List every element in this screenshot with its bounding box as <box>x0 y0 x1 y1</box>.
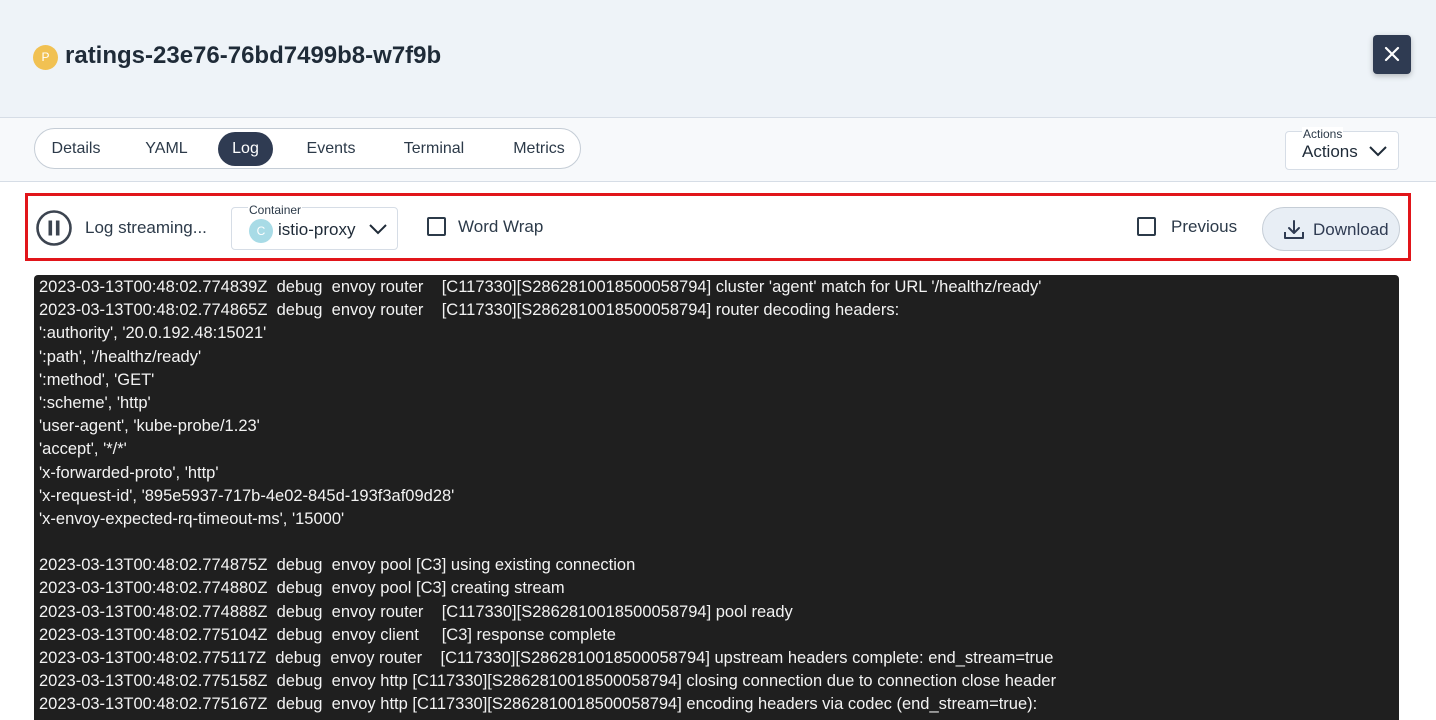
log-line: 2023-03-13T00:48:02.775158Z debug envoy … <box>39 672 1057 691</box>
download-button[interactable]: Download <box>1262 207 1400 251</box>
log-line: ':authority', '20.0.192.48:15021' <box>39 324 267 343</box>
log-line: 'x-forwarded-proto', 'http' <box>39 463 219 482</box>
log-line: 'accept', '*/*' <box>39 440 127 459</box>
log-line: 2023-03-13T00:48:02.775167Z debug envoy … <box>39 695 1038 714</box>
close-button[interactable] <box>1373 35 1411 74</box>
log-line: 2023-03-13T00:48:02.775104Z debug envoy … <box>39 625 616 644</box>
log-line: 'x-envoy-expected-rq-timeout-ms', '15000… <box>39 509 345 528</box>
download-icon <box>1284 220 1304 239</box>
tab-terminal[interactable]: Terminal <box>387 132 481 166</box>
tab-group: Details YAML Log Events Terminal Metrics <box>34 128 581 169</box>
log-toolbar: Log streaming... Container C istio-proxy… <box>25 193 1411 261</box>
actions-select[interactable]: Actions Actions <box>1285 127 1399 170</box>
tab-details[interactable]: Details <box>38 132 114 166</box>
tab-log[interactable]: Log <box>218 132 273 166</box>
log-line: ':scheme', 'http' <box>39 393 151 412</box>
container-type-badge: C <box>249 219 273 243</box>
pause-icon[interactable] <box>35 209 73 247</box>
log-line: 2023-03-13T00:48:02.774875Z debug envoy … <box>39 556 636 575</box>
log-line: ':path', '/healthz/ready' <box>39 347 202 366</box>
log-line: 2023-03-13T00:48:02.775117Z debug envoy … <box>39 649 1054 667</box>
pod-header: P ratings-23e76-76bd7499b8-w7f9b <box>0 0 1436 118</box>
log-line: 'user-agent', 'kube-probe/1.23' <box>39 417 260 436</box>
log-line: 2023-03-13T00:48:02.774888Z debug envoy … <box>39 602 793 621</box>
log-line: 'x-request-id', '895e5937-717b-4e02-845d… <box>39 486 455 505</box>
close-icon <box>1384 46 1400 62</box>
chevron-down-icon <box>369 224 387 235</box>
tab-bar: Details YAML Log Events Terminal Metrics… <box>0 118 1436 182</box>
log-line: 2023-03-13T00:48:02.774839Z debug envoy … <box>39 278 1042 296</box>
log-output[interactable]: 2023-03-13T00:48:02.774839Z debug envoy … <box>34 275 1399 720</box>
log-line: ':method', 'GET' <box>39 370 155 389</box>
log-streaming-status: Log streaming... <box>85 218 207 237</box>
log-line: 2023-03-13T00:48:02.774865Z debug envoy … <box>39 301 900 320</box>
chevron-down-icon <box>1369 146 1387 157</box>
page-title: ratings-23e76-76bd7499b8-w7f9b <box>65 42 442 69</box>
word-wrap-label: Word Wrap <box>458 217 544 236</box>
tab-yaml[interactable]: YAML <box>124 132 209 166</box>
tab-metrics[interactable]: Metrics <box>493 132 585 166</box>
container-select-label: Container <box>248 203 303 217</box>
word-wrap-checkbox[interactable] <box>427 217 446 236</box>
log-line: 2023-03-13T00:48:02.774880Z debug envoy … <box>39 579 565 598</box>
download-label: Download <box>1313 220 1389 239</box>
container-select[interactable]: Container C istio-proxy <box>231 203 398 250</box>
previous-label: Previous <box>1171 217 1238 236</box>
tab-events[interactable]: Events <box>284 132 378 166</box>
previous-checkbox[interactable] <box>1137 217 1156 236</box>
actions-select-value: Actions <box>1302 142 1358 161</box>
actions-select-label: Actions <box>1302 127 1344 141</box>
container-select-value: istio-proxy <box>278 220 356 239</box>
pod-type-badge: P <box>33 45 58 70</box>
